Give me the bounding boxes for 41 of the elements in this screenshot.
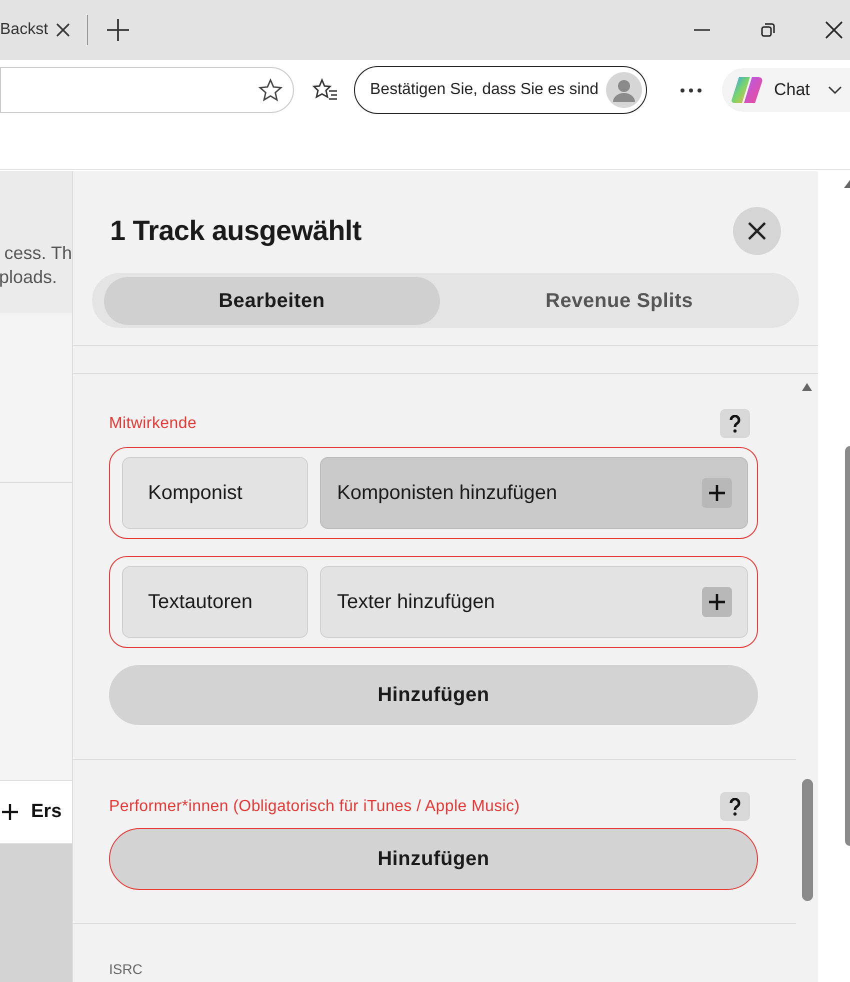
scroll-up-icon[interactable] — [802, 383, 812, 391]
copilot-logo-icon — [730, 75, 764, 105]
scroll-up-icon[interactable] — [844, 180, 850, 188]
more-icon[interactable] — [680, 88, 702, 93]
section-label: Mitwirkende — [109, 414, 197, 434]
plus-icon — [1, 803, 19, 821]
scrollbar-thumb[interactable] — [802, 779, 813, 901]
tab[interactable]: Bearbeiten — [104, 276, 440, 324]
avatar-icon — [606, 72, 642, 108]
add-contributor-button[interactable]: Komponisten hinzufügen — [320, 457, 748, 529]
plus-icon — [702, 587, 732, 617]
scrollbar-thumb[interactable] — [845, 446, 850, 846]
help-button[interactable] — [720, 792, 750, 821]
section-label: Performer*innen (Obligatorisch für iTunes / Apple Music) — [109, 796, 520, 816]
plus-icon — [702, 478, 732, 508]
section-label: ISRC — [109, 961, 142, 977]
question-mark-icon — [729, 798, 741, 816]
question-mark-icon — [729, 414, 741, 432]
role-label: Textautoren — [122, 566, 308, 638]
chat-button[interactable]: Chat — [722, 68, 850, 112]
role-label: Komponist — [122, 457, 308, 529]
favorites-icon[interactable] — [312, 78, 338, 102]
chevron-down-icon — [828, 85, 842, 95]
new-tab-icon[interactable] — [106, 18, 130, 42]
panel-title: 1 Track ausgewählt — [110, 214, 362, 248]
star-icon[interactable] — [258, 78, 283, 103]
notice-text: cess. Th — [4, 242, 72, 265]
add-button[interactable]: Hinzufügen — [109, 665, 758, 725]
add-contributor-button[interactable]: Texter hinzufügen — [320, 566, 748, 638]
create-button[interactable]: Ers — [0, 780, 72, 844]
profile-button[interactable]: Bestätigen Sie, dass Sie es sind — [354, 66, 647, 114]
close-icon — [747, 221, 767, 241]
tab-title[interactable]: Backst — [0, 18, 48, 42]
close-button[interactable] — [733, 207, 781, 255]
help-button[interactable] — [720, 409, 750, 438]
close-icon[interactable] — [56, 23, 70, 37]
restore-icon[interactable] — [759, 21, 777, 39]
add-button[interactable]: Hinzufügen — [109, 828, 758, 890]
notice-text: ploads. — [0, 266, 58, 289]
close-icon[interactable] — [825, 21, 843, 39]
tab[interactable]: Revenue Splits — [452, 276, 787, 324]
